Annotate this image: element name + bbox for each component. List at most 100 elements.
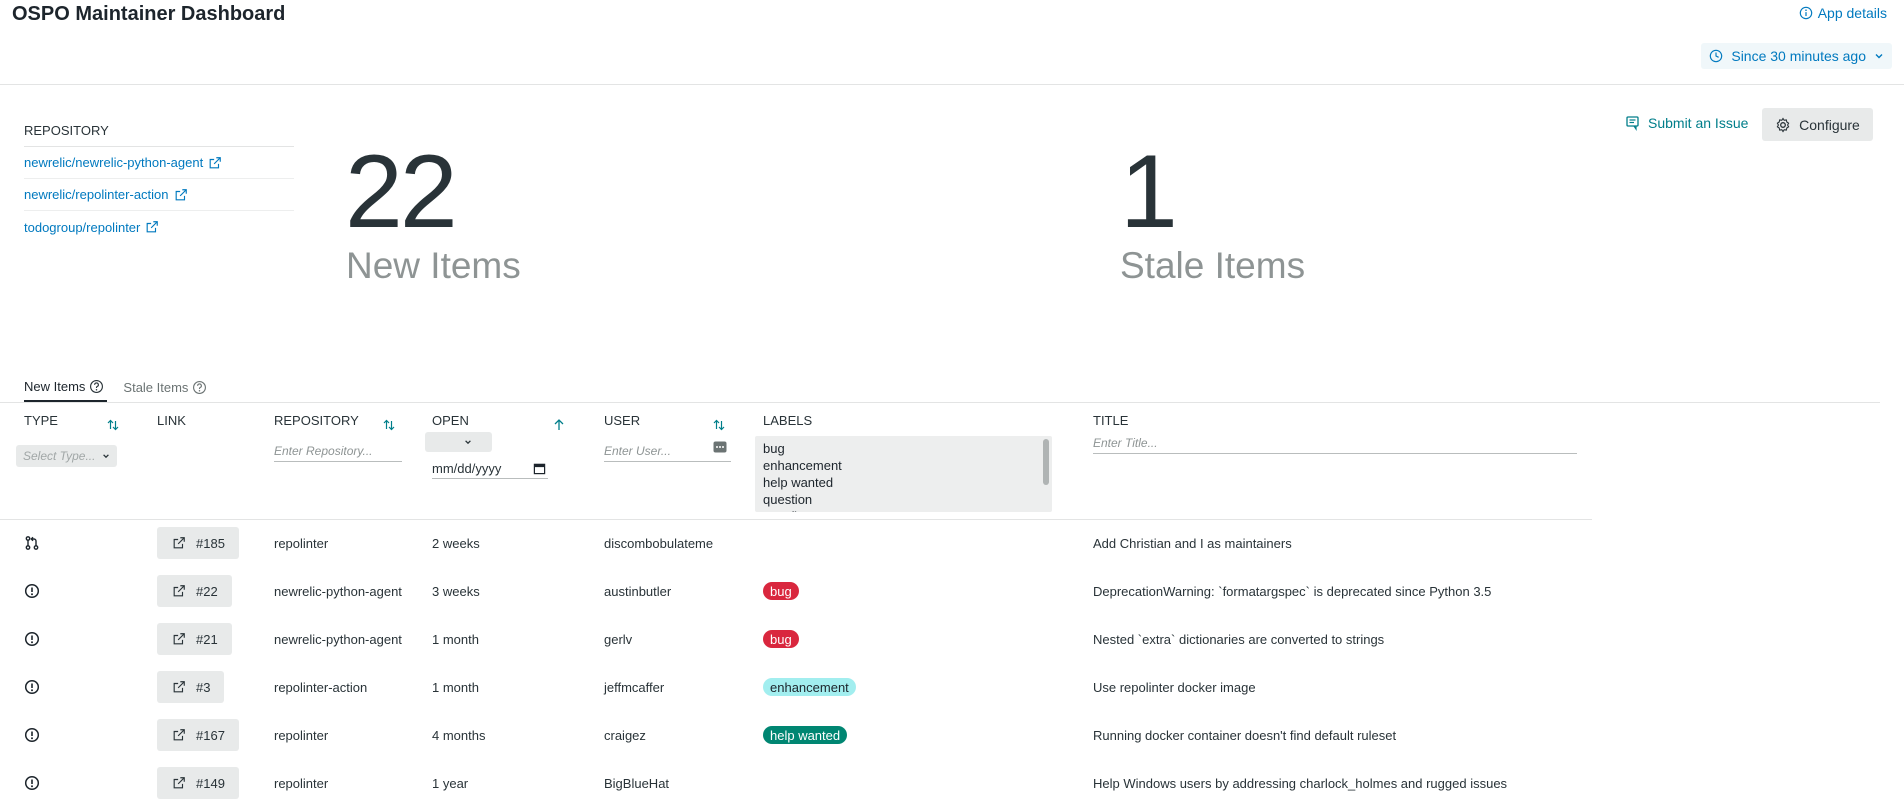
table-row[interactable]: #185 repolinter 2 weeks discombobulateme… (0, 519, 1592, 567)
label-option[interactable]: enhancement (763, 457, 1044, 474)
scrollbar[interactable] (1043, 439, 1049, 485)
repository-list: REPOSITORY newrelic/newrelic-python-agen… (24, 123, 294, 243)
labels-cell: enhancement (763, 663, 856, 711)
table-row[interactable]: #149 repolinter 1 year BigBlueHat Help W… (0, 759, 1592, 807)
issue-icon (24, 711, 40, 759)
tab-label: Stale Items (123, 379, 189, 395)
repository-cell: repolinter-action (274, 679, 368, 695)
repository-link[interactable]: newrelic/repolinter-action (24, 179, 294, 211)
title-filter-input[interactable]: Enter Title... (1093, 432, 1577, 454)
autofill-icon[interactable] (713, 441, 727, 453)
time-range-picker[interactable]: Since 30 minutes ago (1701, 43, 1892, 69)
open-filter-select[interactable] (425, 432, 492, 452)
labels-filter-listbox[interactable]: bug enhancement help wanted question won… (755, 436, 1052, 512)
user-filter-placeholder: Enter User... (604, 444, 671, 458)
issue-icon (24, 759, 40, 807)
sort-ascending-icon[interactable] (551, 417, 567, 433)
label-badge: bug (763, 582, 799, 600)
user-cell: BigBlueHat (604, 775, 670, 791)
repository-cell: repolinter (274, 727, 329, 743)
app-title: OSPO Maintainer Dashboard (12, 3, 286, 25)
open-item-button[interactable]: #21 (157, 623, 232, 655)
tab-new-items[interactable]: New Items (24, 372, 108, 402)
sort-icon[interactable] (381, 417, 397, 433)
column-header-labels: LABELS (763, 413, 813, 428)
labels-cell: help wanted (763, 711, 848, 759)
date-filter-input[interactable]: mm/dd/yyyy (432, 459, 548, 479)
title-cell: Add Christian and I as maintainers (1093, 535, 1292, 551)
item-number: #21 (196, 631, 218, 647)
configure-button[interactable]: Configure (1762, 108, 1873, 141)
open-item-button[interactable]: #167 (157, 719, 239, 751)
issue-icon (24, 663, 40, 711)
table-row[interactable]: #167 repolinter 4 months craigez help wa… (0, 711, 1592, 759)
issue-icon (24, 615, 40, 663)
user-cell: craigez (604, 727, 646, 743)
open-item-button[interactable]: #149 (157, 767, 239, 799)
help-icon[interactable] (192, 380, 207, 395)
chevron-down-icon (1875, 54, 1883, 59)
title-cell: DeprecationWarning: `formatargspec` is d… (1093, 583, 1492, 599)
calendar-icon (533, 463, 546, 475)
repository-filter-input[interactable]: Enter Repository... (274, 440, 402, 462)
repository-name: newrelic/newrelic-python-agent (24, 155, 204, 170)
user-filter-input[interactable]: Enter User... (604, 440, 731, 462)
external-link-icon (173, 681, 185, 693)
repository-name: todogroup/repolinter (24, 219, 141, 235)
table-row[interactable]: #3 repolinter-action 1 month jeffmcaffer… (0, 663, 1592, 711)
external-link-icon (173, 537, 185, 549)
label-badge: help wanted (763, 726, 848, 744)
type-filter-placeholder: Select Type... (23, 449, 96, 463)
labels-cell: bug (763, 615, 799, 663)
user-cell: jeffmcaffer (604, 679, 665, 695)
user-cell: discombobulateme (604, 535, 714, 551)
submit-issue-button[interactable]: Submit an Issue (1625, 115, 1748, 131)
stale-items-label: Stale Items (1120, 245, 1306, 286)
external-link-icon (173, 729, 185, 741)
item-number: #167 (196, 727, 225, 743)
external-link-icon (173, 777, 185, 789)
tab-stale-items[interactable]: Stale Items (123, 372, 210, 402)
column-header-open: OPEN (432, 413, 469, 428)
item-number: #185 (196, 535, 225, 551)
repository-cell: newrelic-python-agent (274, 631, 402, 647)
help-icon[interactable] (89, 379, 104, 394)
label-option[interactable]: bug (763, 440, 1044, 457)
external-link-icon (146, 221, 159, 233)
labels-cell: bug (763, 567, 799, 615)
link-cell: #21 (157, 615, 232, 663)
open-duration-cell: 1 month (432, 631, 479, 647)
label-option[interactable]: wontfix (763, 508, 1044, 512)
open-item-button[interactable]: #3 (157, 671, 225, 703)
type-filter-select[interactable]: Select Type... (16, 445, 117, 467)
submit-issue-label: Submit an Issue (1648, 115, 1749, 131)
label-option[interactable]: question (763, 491, 1044, 508)
clock-icon (1710, 49, 1723, 63)
repository-link[interactable]: newrelic/newrelic-python-agent (24, 147, 294, 179)
open-duration-cell: 1 month (432, 679, 479, 695)
open-duration-cell: 2 weeks (432, 535, 480, 551)
label-option[interactable]: help wanted (763, 474, 1044, 491)
gear-icon (1776, 117, 1790, 132)
user-cell: austinbutler (604, 583, 672, 599)
open-duration-cell: 4 months (432, 727, 486, 743)
item-number: #3 (196, 679, 211, 695)
repository-cell: repolinter (274, 535, 329, 551)
table-row[interactable]: #21 newrelic-python-agent 1 month gerlv … (0, 615, 1592, 663)
open-item-button[interactable]: #185 (157, 527, 239, 559)
configure-label: Configure (1799, 116, 1860, 133)
app-details-label: App details (1817, 5, 1887, 21)
link-cell: #185 (157, 519, 239, 567)
sort-icon[interactable] (711, 417, 727, 433)
info-icon (1799, 6, 1812, 20)
repository-cell: repolinter (274, 775, 329, 791)
table-row[interactable]: #22 newrelic-python-agent 3 weeks austin… (0, 567, 1592, 615)
link-cell: #3 (157, 663, 225, 711)
external-link-icon (173, 585, 185, 597)
app-details-link[interactable]: App details (1799, 5, 1887, 21)
open-item-button[interactable]: #22 (157, 575, 232, 607)
new-items-label: New Items (346, 245, 521, 286)
sort-icon[interactable] (105, 417, 121, 433)
repository-link[interactable]: todogroup/repolinter (24, 211, 294, 243)
link-cell: #149 (157, 759, 239, 807)
